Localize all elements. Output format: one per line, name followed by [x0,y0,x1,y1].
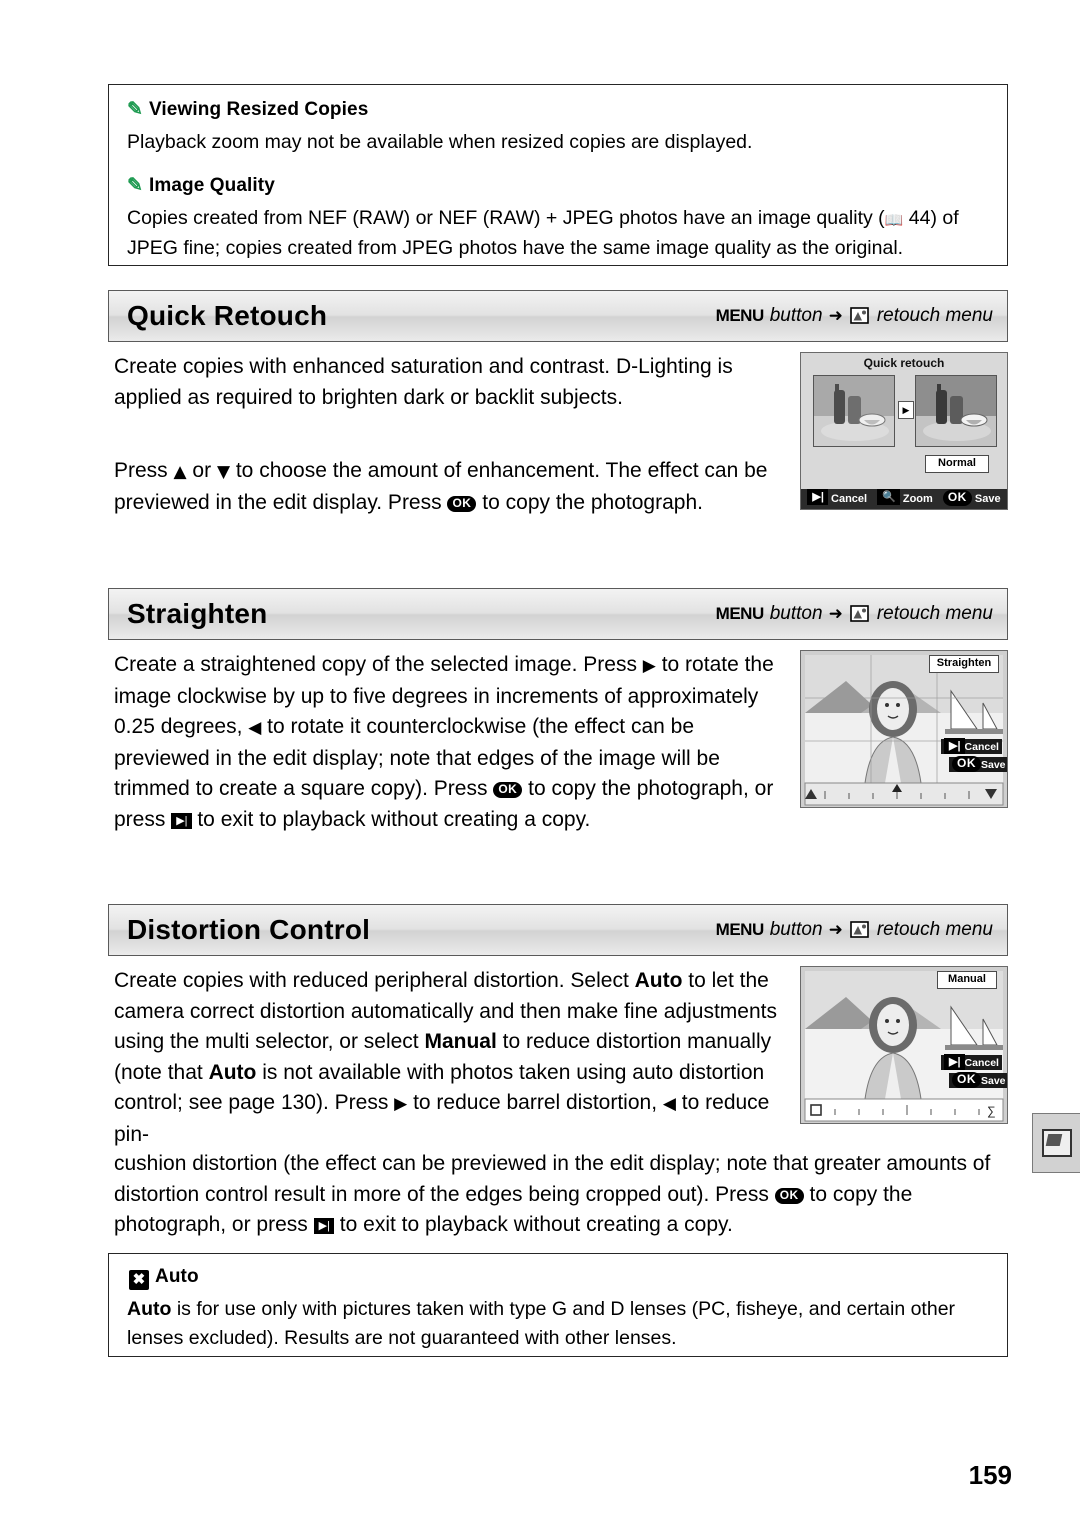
menu-button-badge: MENU [715,306,765,325]
section-button-word: button [769,305,823,326]
retouch-menu-icon [849,306,871,326]
thumbnail-before [813,375,895,447]
note-heading-image-quality: ✎ Image Quality [127,175,989,197]
note-box-auto: ✖ Auto Auto is for use only with picture… [108,1253,1008,1357]
screen-button-cancel: ▶| Cancel [941,738,1002,754]
up-arrow-icon: ▲ [173,462,187,482]
section-menu-path: MENU button ➜ retouch menu [716,305,993,327]
pencil-icon: ✎ [127,175,144,196]
screen-title-label: Straighten [929,655,999,673]
screen-button-cancel: ▶| Cancel [941,1054,1002,1070]
section-title: Distortion Control [127,914,371,945]
playback-button-icon: ▶| [171,812,192,829]
arrow-right-separator-icon: ▶ [898,401,914,419]
down-arrow-icon: ▼ [216,462,231,482]
playback-button-icon: ▶| [313,1218,334,1234]
retouch-menu-icon [1041,1129,1072,1157]
ok-icon: OK [952,1072,981,1088]
section-menu-path: MENU button ➜ retouch menu [716,919,993,941]
playback-icon: ▶| [944,1054,965,1070]
screen-quick-retouch: Quick retouch ▶ Normal ▶| Cancel 🔍 Zoom … [800,352,1008,510]
section-header-quick-retouch: Quick Retouch MENU button ➜ retouch menu [108,290,1008,342]
screen-title: Quick retouch [863,356,945,370]
menu-button-badge: MENU [715,920,765,939]
ok-icon: OK [952,756,981,772]
ok-button-icon: OK [493,782,523,798]
ok-button-icon: OK [774,1187,804,1204]
section-button-word: button [769,919,823,940]
zoom-icon: 🔍 [877,489,900,505]
section-menu-path: MENU button ➜ retouch menu [716,603,993,625]
paragraph-straighten-1: Create a straightened copy of the select… [114,653,774,831]
retouch-menu-icon [849,920,871,940]
note-title: Image Quality [149,175,275,196]
note-title: Auto [155,1266,199,1287]
retouch-menu-icon [849,604,871,624]
left-arrow-icon: ◀ [248,718,262,738]
screen-button-save: OK Save [949,1072,1007,1088]
playback-icon: ▶| [807,489,828,505]
note-body: Copies created from NEF (RAW) or NEF (RA… [127,204,989,263]
warning-icon: ✖ [127,1267,151,1290]
left-arrow-icon: ◀ [662,1094,676,1114]
paragraph-distortion-2: cushion distortion (the effect can be pr… [114,1152,991,1236]
section-header-distortion-control: Distortion Control MENU button ➜ retouch… [108,904,1008,956]
section-menu-label: retouch menu [876,305,993,326]
svg-text:∑: ∑ [987,1104,996,1118]
screen-distortion-control: ∑ Manual ▶| Cancel OK Save [800,966,1008,1124]
paragraph-quick-retouch-1: Create copies with enhanced saturation a… [114,355,733,409]
screen-bottom-save: OK Save [942,490,1001,507]
note-title: Viewing Resized Copies [149,99,369,120]
arrow-right-icon: ➜ [828,920,843,939]
note-box-top: ✎ Viewing Resized Copies Playback zoom m… [108,84,1008,266]
screen-bottom-cancel: ▶| Cancel [807,489,867,507]
section-header-straighten: Straighten MENU button ➜ retouch menu [108,588,1008,640]
note-body-reference: 44 [908,207,931,229]
section-title: Straighten [127,598,268,629]
note-body: Playback zoom may not be available when … [127,131,753,153]
ok-button-icon: OK [447,495,477,512]
thumbnail-after [915,375,997,447]
screen-bottom-bar: ▶| Cancel 🔍 Zoom OK Save [801,489,1007,509]
screen-title-label: Manual [937,971,997,989]
arrow-right-icon: ➜ [828,604,843,623]
screen-straighten: Straighten ▶| Cancel OK Save [800,650,1008,808]
right-arrow-icon: ▶ [642,656,656,676]
right-arrow-icon: ▶ [394,1094,408,1114]
book-reference-icon: 📖 [884,211,904,229]
page-number: 159 [968,1460,1012,1490]
playback-icon: ▶| [944,738,965,754]
paragraph-distortion-1: Create copies with reduced peripheral di… [114,969,777,1146]
arrow-right-icon: ➜ [828,306,843,325]
side-tab-retouch-menu [1032,1113,1080,1173]
note-heading-viewing-resized-copies: ✎ Viewing Resized Copies [127,99,989,121]
ok-icon: OK [942,490,972,506]
note-body-part1: Copies created from NEF (RAW) or NEF (RA… [127,207,885,229]
section-title: Quick Retouch [127,300,328,331]
paragraph-quick-retouch-2: Press ▲ or ▼ to choose the amount of enh… [114,459,768,514]
menu-button-badge: MENU [715,604,765,623]
pencil-icon: ✎ [127,99,144,120]
section-button-word: button [769,603,823,624]
manual-page: ✎ Viewing Resized Copies Playback zoom m… [0,0,1080,1529]
note-body: Auto is for use only with pictures taken… [127,1298,956,1349]
note-heading-auto: ✖ Auto [127,1266,989,1290]
section-menu-label: retouch menu [876,603,993,624]
screen-bottom-zoom: 🔍 Zoom [877,489,933,507]
section-menu-label: retouch menu [876,919,993,940]
screen-button-save: OK Save [949,756,1007,772]
screen-value-label: Normal [925,455,989,473]
